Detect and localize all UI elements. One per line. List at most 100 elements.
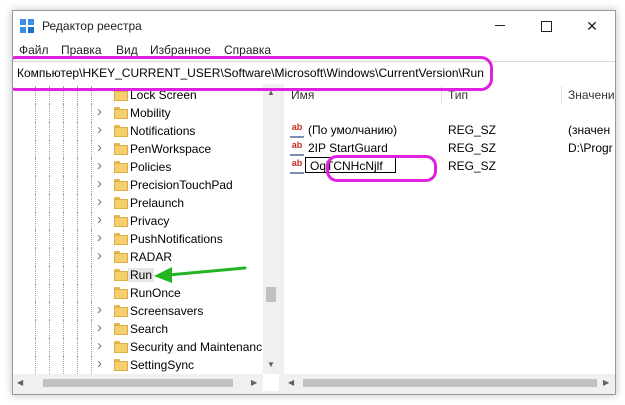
tree-item-label: Search — [130, 322, 169, 336]
tree-item-label: PushNotifications — [130, 232, 223, 246]
folder-icon — [114, 323, 128, 335]
chevron-right-icon[interactable]: › — [97, 229, 102, 246]
tree-item-label: Screensavers — [130, 304, 204, 318]
tree-item-label: Security and Maintenanc — [130, 340, 263, 354]
scroll-left-icon[interactable]: ◀ — [288, 378, 294, 387]
minimize-button[interactable] — [477, 11, 523, 41]
menu-view[interactable]: Вид — [116, 43, 138, 57]
tree-hscroll-thumb[interactable] — [43, 379, 233, 387]
tree-guide-line — [49, 248, 51, 266]
tree-guide-line — [35, 212, 37, 230]
tree-item[interactable]: › PenWorkspace — [13, 139, 263, 158]
string-value-icon: ab — [290, 123, 304, 138]
tree-item-label: Privacy — [130, 214, 170, 228]
chevron-right-icon[interactable]: › — [97, 319, 102, 336]
tree-guide-line — [77, 176, 79, 194]
registry-editor-window: Редактор реестра ✕ Файл Правка Вид Избра… — [12, 10, 616, 395]
close-button[interactable]: ✕ — [569, 11, 615, 41]
tree-vertical-scrollbar[interactable]: ▲ ▼ — [263, 84, 279, 374]
folder-icon — [114, 341, 128, 353]
maximize-icon — [541, 21, 552, 32]
chevron-right-icon[interactable]: › — [97, 301, 102, 318]
maximize-button[interactable] — [523, 11, 569, 41]
chevron-right-icon[interactable]: › — [97, 193, 102, 210]
list-hscroll-thumb[interactable] — [303, 379, 597, 387]
tree-guide-line — [63, 212, 65, 230]
tree-guide-line — [35, 122, 37, 140]
tree-item[interactable]: › Policies — [13, 157, 263, 176]
scroll-right-icon[interactable]: ▶ — [251, 378, 257, 387]
tree-item[interactable]: › Notifications — [13, 121, 263, 140]
tree-guide-line — [63, 338, 65, 356]
chevron-right-icon[interactable]: › — [97, 211, 102, 228]
tree-guide-line — [63, 158, 65, 176]
value-type: REG_SZ — [448, 123, 497, 137]
tree-guide-line — [91, 122, 93, 140]
column-separator[interactable] — [561, 86, 562, 104]
tree-guide-line — [63, 176, 65, 194]
tree-item[interactable]: › Mobility — [13, 103, 263, 122]
tree-guide-line — [91, 356, 93, 374]
tree-item-label: Prelaunch — [130, 196, 185, 210]
tree-guide-line — [63, 284, 65, 302]
tree-guide-line — [49, 158, 51, 176]
tree-guide-line — [77, 266, 79, 284]
tree-guide-line — [77, 230, 79, 248]
tree-item-label: Notifications — [130, 124, 196, 138]
tree-guide-line — [49, 104, 51, 122]
folder-icon — [114, 359, 128, 371]
tree-guide-line — [77, 320, 79, 338]
tree-guide-line — [91, 284, 93, 302]
tree-item[interactable]: › Screensavers — [13, 301, 263, 320]
folder-icon — [114, 269, 128, 281]
menu-file[interactable]: Файл — [19, 43, 49, 57]
tree-item[interactable]: RunOnce — [13, 284, 263, 302]
tree-item-label: RunOnce — [130, 286, 181, 300]
chevron-right-icon[interactable]: › — [97, 247, 102, 264]
tree-guide-line — [63, 248, 65, 266]
tree-guide-line — [77, 140, 79, 158]
tree-guide-line — [35, 248, 37, 266]
scroll-down-icon[interactable]: ▼ — [267, 360, 275, 369]
tree-guide-line — [77, 356, 79, 374]
chevron-right-icon[interactable]: › — [97, 139, 102, 156]
tree-scroll-thumb[interactable] — [266, 287, 276, 302]
tree-guide-line — [49, 284, 51, 302]
registry-tree: Lock Screen › Mobility › Notifications › PenWo… — [13, 84, 279, 394]
tree-guide-line — [49, 356, 51, 374]
tree-guide-line — [91, 104, 93, 122]
chevron-right-icon[interactable]: › — [97, 103, 102, 120]
tree-guide-line — [91, 320, 93, 338]
tree-guide-line — [77, 284, 79, 302]
menu-favorites[interactable]: Избранное — [150, 43, 211, 57]
registry-value-row[interactable]: ab (По умолчанию) REG_SZ (значен — [284, 121, 615, 139]
tree-item[interactable]: › PushNotifications — [13, 229, 263, 248]
tree-guide-line — [91, 302, 93, 320]
tree-item[interactable]: › Search — [13, 319, 263, 338]
name-highlight-annotation — [326, 155, 437, 182]
chevron-right-icon[interactable]: › — [97, 121, 102, 138]
chevron-right-icon[interactable]: › — [97, 175, 102, 192]
tree-item[interactable]: › Prelaunch — [13, 193, 263, 212]
menu-edit[interactable]: Правка — [61, 43, 102, 57]
menu-help[interactable]: Справка — [224, 43, 271, 57]
tree-item[interactable]: › PrecisionTouchPad — [13, 175, 263, 194]
tree-guide-line — [49, 194, 51, 212]
tree-guide-line — [91, 248, 93, 266]
scroll-left-icon[interactable]: ◀ — [17, 378, 23, 387]
chevron-right-icon[interactable]: › — [97, 157, 102, 174]
scroll-right-icon[interactable]: ▶ — [603, 378, 609, 387]
chevron-right-icon[interactable]: › — [97, 337, 102, 354]
folder-icon — [114, 125, 128, 137]
tree-guide-line — [77, 212, 79, 230]
tree-guide-line — [77, 158, 79, 176]
values-list: Имя Тип Значени ab (По умолчанию) REG_SZ… — [284, 84, 615, 394]
tree-item[interactable]: › Privacy — [13, 211, 263, 230]
title-bar[interactable]: Редактор реестра ✕ — [13, 11, 615, 41]
value-type: REG_SZ — [448, 159, 497, 173]
chevron-right-icon[interactable]: › — [97, 355, 102, 372]
tree-item[interactable]: › Security and Maintenanc — [13, 337, 263, 356]
tree-item[interactable]: › SettingSync — [13, 355, 263, 374]
string-value-icon: ab — [290, 141, 304, 156]
column-value-header[interactable]: Значени — [568, 84, 615, 106]
